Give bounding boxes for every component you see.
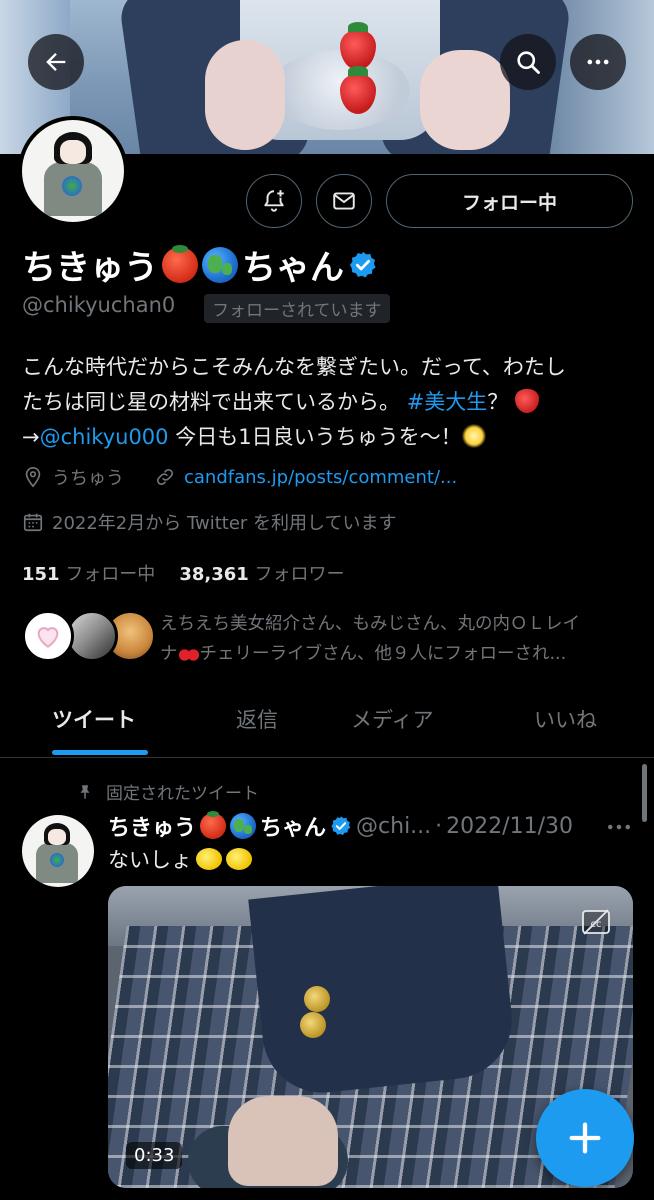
tweet-header: ちきゅう ちゃん @chi... · 2022/11/30 [108, 810, 638, 842]
tweet-author-handle[interactable]: @chi... [356, 814, 431, 839]
profile-meta: うちゅう candfans.jp/posts/comment/... [22, 464, 457, 490]
active-tab-indicator [52, 750, 148, 755]
joined-row: 2022年2月から Twitter を利用しています [22, 509, 397, 535]
profile-handle: @chikyuchan0 [22, 293, 176, 317]
followers-count-link[interactable]: 38,361 フォロワー [179, 560, 344, 586]
tomato-icon [162, 244, 198, 283]
followers-count: 38,361 [179, 564, 249, 585]
known-followers-line: チェリーライブさん、他９人にフォローされ... [199, 644, 567, 664]
verified-badge-icon[interactable] [348, 250, 378, 280]
tweet-separator: · [435, 813, 443, 839]
bio-text: ？ [487, 390, 509, 414]
profile-avatar[interactable] [18, 116, 128, 226]
tweet-text: ないしょ [108, 844, 252, 874]
svg-text:cc: cc [591, 919, 602, 930]
message-button[interactable] [316, 174, 372, 228]
arrow-left-icon [46, 53, 66, 71]
profile-tabs: ツイート 返信 メディア いいね [0, 690, 654, 758]
search-icon [517, 51, 540, 74]
globe-icon [202, 246, 238, 283]
following-count-link[interactable]: 151 フォロー中 [22, 560, 155, 586]
search-button[interactable] [500, 34, 556, 90]
bell-plus-icon [264, 190, 284, 212]
followers-label: フォロワー [254, 564, 345, 585]
website-link[interactable]: candfans.jp/posts/comment/... [184, 467, 457, 488]
video-frame [228, 1096, 338, 1186]
envelope-icon [333, 192, 355, 210]
mention-link[interactable]: @chikyu000 [40, 425, 169, 449]
pinned-label-row: 固定されたツイート [76, 779, 259, 804]
avatar-image [22, 120, 124, 222]
tab-tweets[interactable]: ツイート [52, 704, 136, 734]
video-frame [248, 886, 518, 1099]
tweet-body: ないしょ [108, 848, 192, 872]
more-button[interactable] [570, 34, 626, 90]
lemon-icon [196, 848, 222, 870]
location-pin-icon [25, 467, 41, 488]
closed-captions-off-icon[interactable]: cc [580, 908, 612, 936]
tab-likes[interactable]: いいね [534, 704, 597, 734]
tweet-avatar[interactable] [22, 815, 94, 887]
following-button[interactable]: フォロー中 [386, 174, 633, 228]
location-text: うちゅう [52, 468, 124, 489]
following-label: フォロー中 [65, 564, 156, 585]
profile-name-suffix: ちゃん [242, 248, 344, 288]
tweet-date[interactable]: 2022/11/30 [446, 814, 573, 839]
bio-text: こんな時代だからこそみんなを繋ぎたい。だって、わたし [22, 355, 566, 379]
plus-icon [569, 1122, 601, 1154]
tab-replies[interactable]: 返信 [236, 704, 278, 734]
glowing-star-icon [461, 424, 486, 448]
tab-media[interactable]: メディア [351, 704, 434, 734]
joined-text: 2022年2月から Twitter を利用しています [52, 513, 397, 534]
calendar-icon [23, 513, 43, 532]
tweet-author-name-suffix[interactable]: ちゃん [260, 810, 326, 842]
banner-art [420, 50, 510, 150]
tomato-icon [200, 811, 227, 839]
link-icon [156, 468, 174, 486]
lemon-icon [226, 848, 252, 870]
profile-bio: こんな時代だからこそみんなを繋ぎたい。だって、わたし たちは同じ星の材料で出来て… [22, 350, 622, 455]
follows-you-badge: フォローされています [204, 294, 390, 323]
verified-badge-icon [331, 816, 351, 836]
notifications-button[interactable] [246, 174, 302, 228]
compose-tweet-button[interactable] [536, 1089, 634, 1187]
tweet-author-name[interactable]: ちきゅう [108, 810, 196, 842]
video-duration: 0:33 [126, 1142, 183, 1169]
known-followers-text[interactable]: えちえち美女紹介さん、もみじさん、丸の内ＯＬレイ ナ チェリーライブさん、他９人に… [160, 609, 630, 669]
heart-icon [37, 627, 59, 648]
bio-text: たちは同じ星の材料で出来ているから。 [22, 390, 400, 414]
cherries-icon [177, 643, 200, 663]
known-followers-line: えちえち美女紹介さん、もみじさん、丸の内ＯＬレイ [160, 614, 580, 634]
back-button[interactable] [28, 34, 84, 90]
more-horizontal-icon [587, 59, 609, 65]
avatar [22, 610, 74, 662]
bio-text: 今日も1日良いうちゅうを〜！ [175, 425, 462, 449]
following-count: 151 [22, 564, 60, 585]
hashtag-link[interactable]: #美大生 [407, 390, 488, 414]
follow-counts: 151 フォロー中 38,361 フォロワー [22, 560, 345, 586]
video-frame [304, 986, 330, 1012]
strawberry-icon [514, 389, 539, 413]
profile-name-text: ちきゅう [22, 248, 158, 288]
profile-name: ちきゅう ちゃん [22, 240, 378, 289]
video-frame [300, 1012, 326, 1038]
known-followers-line: ナ [160, 644, 178, 664]
bio-text: → [22, 425, 40, 449]
globe-icon [230, 813, 257, 839]
scrollbar[interactable] [642, 764, 647, 822]
pin-icon [80, 784, 90, 799]
pinned-label: 固定されたツイート [106, 784, 259, 804]
tweet-more-icon[interactable] [604, 812, 634, 842]
banner-art [205, 40, 285, 150]
